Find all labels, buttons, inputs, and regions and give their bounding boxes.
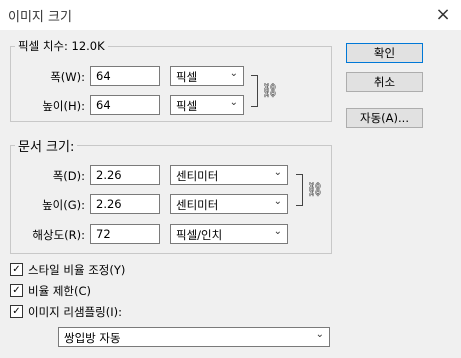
chain-link-icon: ⛓: [306, 182, 324, 198]
pixel-height-label: 높이(H):: [42, 99, 85, 113]
chevron-down-icon: ⌄: [315, 329, 324, 340]
constrain-label: 비율 제한(C): [28, 284, 91, 298]
pixel-width-unit-select[interactable]: 픽셀 ⌄: [170, 66, 244, 86]
doc-height-unit-value: 센티미터: [176, 198, 219, 212]
pixel-height-unit-value: 픽셀: [176, 99, 198, 113]
resolution-label: 해상도(R):: [32, 228, 85, 242]
doc-height-label: 높이(G):: [42, 198, 85, 212]
resample-method-select[interactable]: 쌍입방 자동 ⌄: [58, 327, 330, 347]
doc-width-unit-select[interactable]: 센티미터 ⌄: [170, 165, 288, 185]
pixel-link-bracket: [251, 75, 258, 107]
doc-height-input[interactable]: 2.26: [90, 194, 160, 214]
auto-button[interactable]: 자동(A)...: [346, 108, 423, 128]
chevron-down-icon: ⌄: [229, 68, 238, 79]
document-size-legend: 문서 크기:: [18, 140, 75, 155]
constrain-checkbox[interactable]: ✓: [10, 284, 23, 297]
resample-label: 이미지 리샘플링(I):: [28, 305, 122, 319]
doc-width-unit-value: 센티미터: [176, 169, 219, 183]
resolution-unit-value: 픽셀/인치: [176, 228, 223, 242]
doc-width-input[interactable]: 2.26: [90, 165, 160, 185]
scale-styles-label: 스타일 비율 조정(Y): [28, 263, 126, 277]
resolution-input[interactable]: 72: [90, 224, 160, 244]
chevron-down-icon: ⌄: [229, 97, 238, 108]
chevron-down-icon: ⌄: [273, 167, 282, 178]
title-bar: 이미지 크기 ×: [0, 0, 461, 30]
close-icon[interactable]: ×: [431, 3, 455, 27]
pixel-width-input[interactable]: 64: [90, 66, 160, 86]
cancel-button[interactable]: 취소: [346, 72, 423, 92]
pixel-height-input[interactable]: 64: [90, 95, 160, 115]
ok-button[interactable]: 확인: [346, 43, 423, 63]
pixel-dimensions-legend: 픽셀 치수: 12.0K: [18, 39, 105, 53]
chevron-down-icon: ⌄: [273, 226, 282, 237]
resample-method-value: 쌍입방 자동: [64, 331, 121, 345]
pixel-width-label: 폭(W):: [50, 70, 85, 84]
doc-width-label: 폭(D):: [52, 169, 85, 183]
chain-link-icon: ⛓: [261, 83, 279, 99]
resolution-unit-select[interactable]: 픽셀/인치 ⌄: [170, 224, 288, 244]
pixel-height-unit-select[interactable]: 픽셀 ⌄: [170, 95, 244, 115]
pixel-width-unit-value: 픽셀: [176, 70, 198, 84]
resample-checkbox[interactable]: ✓: [10, 305, 23, 318]
doc-height-unit-select[interactable]: 센티미터 ⌄: [170, 194, 288, 214]
scale-styles-checkbox[interactable]: ✓: [10, 263, 23, 276]
doc-link-bracket: [296, 174, 303, 206]
chevron-down-icon: ⌄: [273, 196, 282, 207]
window-title: 이미지 크기: [8, 10, 72, 25]
